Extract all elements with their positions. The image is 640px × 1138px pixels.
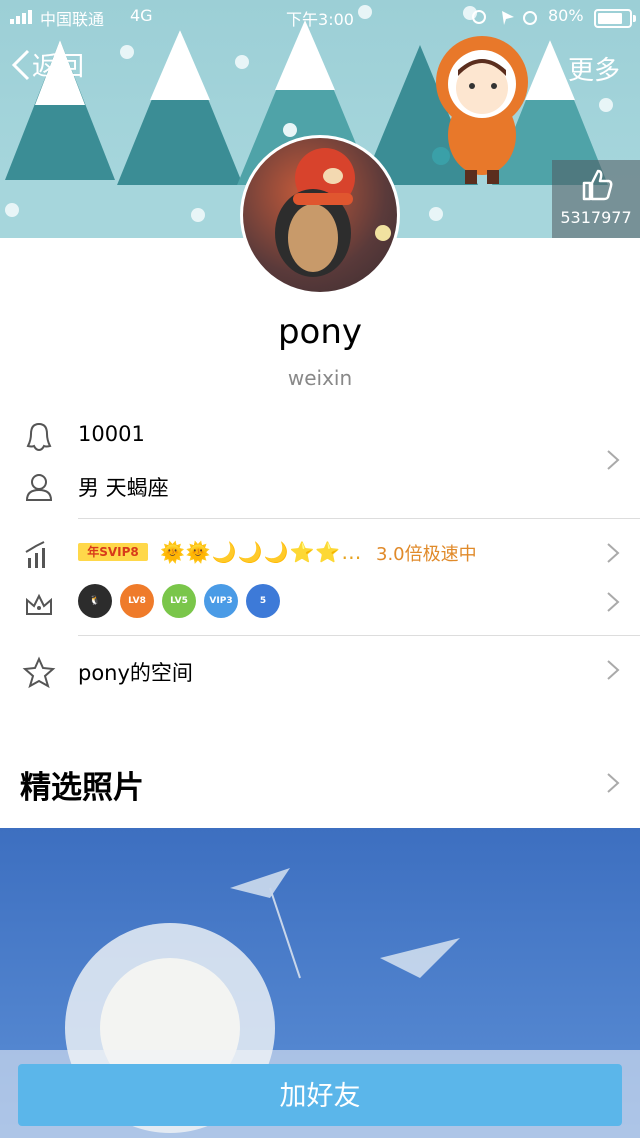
divider xyxy=(78,518,640,519)
photos-section-title[interactable]: 精选照片 xyxy=(20,762,144,807)
chevron-right-icon[interactable] xyxy=(606,449,620,471)
lv5-icon: LV5 xyxy=(162,584,196,618)
gender-sign: 男 天蝎座 xyxy=(78,476,169,500)
level-chart-icon xyxy=(25,541,45,568)
avatar[interactable] xyxy=(240,135,400,295)
more-button[interactable]: 更多 xyxy=(568,50,620,87)
thumbs-up-icon xyxy=(582,169,613,201)
star-icon xyxy=(22,656,56,689)
chevron-right-icon[interactable] xyxy=(606,542,620,564)
like-count: 5317977 xyxy=(560,208,632,227)
status-icons xyxy=(472,10,537,25)
chevron-right-icon[interactable] xyxy=(606,591,620,613)
qzone-row[interactable]: pony的空间 xyxy=(0,645,640,695)
qq-number: 10001 xyxy=(78,422,145,446)
penguin-icon xyxy=(26,422,52,452)
divider xyxy=(78,635,640,636)
back-label: 返回 xyxy=(32,52,85,82)
qq-vip-icon: 🐧 xyxy=(78,584,112,618)
svip-badge: 年SVIP8 xyxy=(78,543,148,561)
vip3-icon: VIP3 xyxy=(204,584,238,618)
speed-text: 3.0倍极速中 xyxy=(376,544,477,565)
add-friend-button[interactable]: 加好友 xyxy=(18,1064,622,1126)
vip-icon-list: 🐧 LV8 LV5 VIP3 5 xyxy=(78,584,280,618)
qzone-label: pony的空间 xyxy=(78,661,193,685)
profile-nickname: weixin xyxy=(287,366,353,390)
level-icons: 🌞🌞🌙🌙🌙⭐⭐… xyxy=(160,540,363,564)
person-icon xyxy=(25,474,53,501)
chevron-left-icon xyxy=(11,49,30,80)
chevron-right-icon[interactable] xyxy=(606,659,620,681)
like-button[interactable]: 5317977 xyxy=(552,160,640,238)
avatar-image xyxy=(275,148,391,277)
clock: 下午3:00 xyxy=(286,10,354,29)
qq-number-row: 10001 xyxy=(0,410,640,460)
profile-name: pony xyxy=(277,312,363,352)
battery-icon xyxy=(594,9,636,28)
gender-row: 男 天蝎座 xyxy=(0,460,640,510)
status-bar: 中国联通 4G 下午3:00 80% xyxy=(0,0,640,34)
lv8-icon: LV8 xyxy=(120,584,154,618)
back-button[interactable]: 返回 xyxy=(10,46,84,83)
chevron-right-icon[interactable] xyxy=(606,772,620,794)
crown-icon xyxy=(26,593,52,615)
star-level-icon: 5 xyxy=(246,584,280,618)
battery-percent: 80% xyxy=(548,6,584,25)
